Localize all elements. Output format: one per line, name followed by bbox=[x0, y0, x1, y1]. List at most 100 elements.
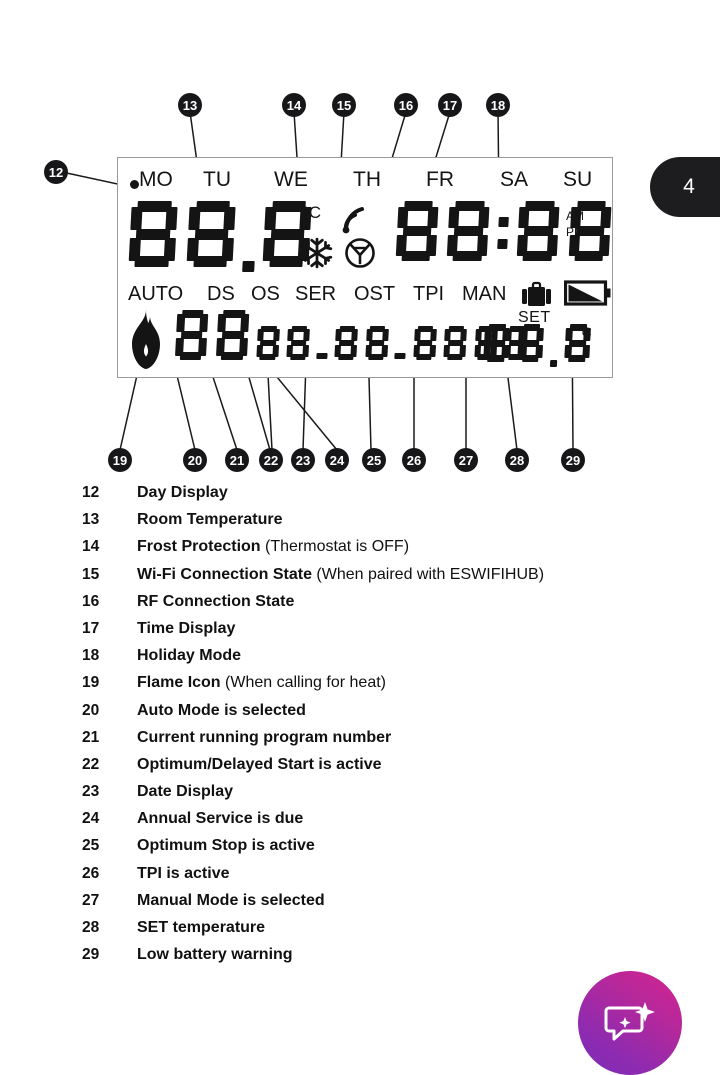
legend-item-20: 20 Auto Mode is selected bbox=[0, 702, 720, 729]
legend-text-14: Frost Protection (Thermostat is OFF) bbox=[137, 538, 409, 556]
callout-20[interactable]: 20 bbox=[183, 448, 207, 472]
date-digit-d1 bbox=[256, 326, 280, 360]
callout-16[interactable]: 16 bbox=[394, 93, 418, 117]
callout-25-label: 25 bbox=[366, 452, 382, 468]
legend-bold-16: RF Connection State bbox=[137, 592, 295, 610]
callout-17[interactable]: 17 bbox=[438, 93, 462, 117]
legend-bold-22: Optimum/Delayed Start is active bbox=[137, 755, 382, 773]
callout-17-label: 17 bbox=[442, 97, 458, 113]
callout-16-label: 16 bbox=[398, 97, 414, 113]
legend-item-14: 14 Frost Protection (Thermostat is OFF) bbox=[0, 538, 720, 565]
legend-item-18: 18 Holiday Mode bbox=[0, 647, 720, 674]
callout-14[interactable]: 14 bbox=[282, 93, 306, 117]
date-digit-m1 bbox=[334, 326, 359, 360]
time-digit-h2 bbox=[447, 201, 490, 261]
program-digit-1 bbox=[175, 310, 209, 360]
legend-number-16: 16 bbox=[82, 592, 100, 610]
legend-item-24: 24 Annual Service is due bbox=[0, 810, 720, 837]
callout-26[interactable]: 26 bbox=[402, 448, 426, 472]
callout-19-label: 19 bbox=[112, 452, 128, 468]
room-temp-decimal-point bbox=[242, 261, 255, 272]
callout-21[interactable]: 21 bbox=[225, 448, 249, 472]
chat-assistant-fab[interactable] bbox=[578, 971, 682, 1075]
callout-12-label: 12 bbox=[48, 164, 64, 180]
legend-number-24: 24 bbox=[82, 810, 100, 828]
legend-text-23: Date Display bbox=[137, 783, 233, 801]
meridiem-am-label: AM bbox=[566, 209, 584, 223]
callout-27[interactable]: 27 bbox=[454, 448, 478, 472]
legend-number-18: 18 bbox=[82, 647, 100, 665]
legend-text-29: Low battery warning bbox=[137, 946, 293, 964]
flame-icon bbox=[132, 310, 160, 369]
legend-text-19: Flame Icon (When calling for heat) bbox=[137, 674, 386, 692]
legend-text-26: TPI is active bbox=[137, 865, 230, 883]
set-temp-decimal-point bbox=[549, 360, 558, 367]
legend-item-26: 26 TPI is active bbox=[0, 865, 720, 892]
legend-bold-28: SET temperature bbox=[137, 919, 266, 936]
callout-13[interactable]: 13 bbox=[178, 93, 202, 117]
legend-item-12: 12 Day Display bbox=[0, 484, 720, 511]
day-marker-dot bbox=[130, 180, 139, 189]
time-digit-h1 bbox=[395, 201, 439, 261]
legend-list: 12 Day Display 13 Room Temperature 14 Fr… bbox=[0, 484, 720, 973]
legend-item-29: 29 Low battery warning bbox=[0, 946, 720, 973]
legend-item-15: 15 Wi-Fi Connection State (When paired w… bbox=[0, 566, 720, 593]
callout-22[interactable]: 22 bbox=[259, 448, 283, 472]
legend-number-20: 20 bbox=[82, 701, 100, 719]
room-temp-digit-1 bbox=[128, 201, 178, 267]
legend-text-12: Day Display bbox=[137, 484, 228, 502]
legend-number-14: 14 bbox=[82, 538, 100, 556]
mode-label-tpi: TPI bbox=[413, 283, 445, 305]
callout-18[interactable]: 18 bbox=[486, 93, 510, 117]
callout-28[interactable]: 28 bbox=[505, 448, 529, 472]
date-digit-m2 bbox=[365, 326, 389, 360]
legend-text-28: SET temperature bbox=[137, 919, 265, 937]
legend-text-24: Annual Service is due bbox=[137, 810, 303, 828]
callout-20-label: 20 bbox=[187, 452, 203, 468]
time-digit-m1 bbox=[517, 201, 560, 261]
legend-text-21: Current running program number bbox=[137, 729, 391, 747]
date-digit-y2 bbox=[443, 326, 468, 360]
legend-item-25: 25 Optimum Stop is active bbox=[0, 837, 720, 864]
set-temp-digit-1 bbox=[483, 324, 510, 362]
callout-13-label: 13 bbox=[182, 97, 198, 113]
day-label-su: SU bbox=[563, 168, 593, 191]
legend-bold-21: Current running program number bbox=[137, 728, 392, 746]
callout-24[interactable]: 24 bbox=[325, 448, 349, 472]
callout-27-label: 27 bbox=[458, 452, 474, 468]
legend-rest-19: (When calling for heat) bbox=[220, 674, 386, 692]
legend-text-13: Room Temperature bbox=[137, 511, 283, 529]
thermostat-display-diagram: 12 13 14 15 16 17 18 19 20 21 22 23 24 2… bbox=[0, 0, 720, 480]
date-digit-y1 bbox=[413, 326, 437, 360]
legend-text-20: Auto Mode is selected bbox=[137, 702, 306, 720]
callout-26-label: 26 bbox=[406, 452, 422, 468]
callout-12[interactable]: 12 bbox=[44, 160, 68, 184]
set-temp-digit-2 bbox=[517, 324, 545, 362]
rf-antenna-icon bbox=[345, 238, 375, 268]
date-separator-1 bbox=[316, 352, 328, 359]
callout-15[interactable]: 15 bbox=[332, 93, 356, 117]
legend-number-12: 12 bbox=[82, 484, 100, 501]
legend-item-19: 19 Flame Icon (When calling for heat) bbox=[0, 674, 720, 701]
callout-29[interactable]: 29 bbox=[561, 448, 585, 472]
day-label-tu: TU bbox=[203, 168, 231, 191]
legend-number-27: 27 bbox=[82, 891, 100, 909]
legend-item-22: 22 Optimum/Delayed Start is active bbox=[0, 756, 720, 783]
legend-number-28: 28 bbox=[82, 919, 100, 936]
callout-25[interactable]: 25 bbox=[362, 448, 386, 472]
legend-item-28: 28 SET temperature bbox=[0, 919, 720, 946]
room-temp-digit-2 bbox=[187, 201, 236, 267]
day-label-fr: FR bbox=[426, 168, 454, 191]
mode-label-ser: SER bbox=[295, 283, 337, 305]
low-battery-icon bbox=[564, 280, 611, 306]
legend-bold-13: Room Temperature bbox=[137, 511, 283, 529]
date-digit-d2 bbox=[286, 326, 311, 360]
legend-bold-17: Time Display bbox=[137, 619, 236, 637]
program-digit-2 bbox=[216, 310, 250, 360]
legend-number-25: 25 bbox=[82, 837, 100, 855]
callout-23-label: 23 bbox=[295, 452, 311, 468]
time-colon bbox=[496, 201, 510, 261]
callout-23[interactable]: 23 bbox=[291, 448, 315, 472]
legend-item-27: 27 Manual Mode is selected bbox=[0, 892, 720, 919]
callout-19[interactable]: 19 bbox=[108, 448, 132, 472]
